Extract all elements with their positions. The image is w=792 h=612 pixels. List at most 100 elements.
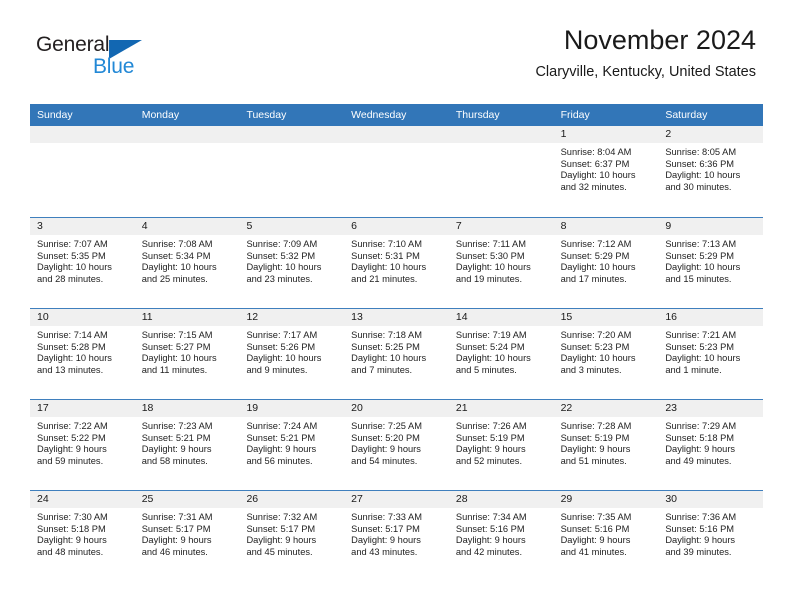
daylight-text-line1: Daylight: 10 hours: [665, 262, 741, 273]
day-info: [239, 143, 344, 147]
day-cell[interactable]: 28 Sunrise: 7:34 AM Sunset: 5:16 PM Dayl…: [448, 491, 554, 581]
day-cell[interactable]: 2 Sunrise: 8:05 AM Sunset: 6:36 PM Dayli…: [658, 126, 764, 217]
day-number: 16: [658, 309, 764, 326]
day-cell[interactable]: 5 Sunrise: 7:09 AM Sunset: 5:32 PM Dayli…: [239, 218, 345, 308]
day-cell[interactable]: [448, 126, 554, 217]
sunset-text: Sunset: 6:37 PM: [560, 158, 630, 169]
daylight-text-line1: Daylight: 9 hours: [560, 444, 631, 455]
sunset-text: Sunset: 6:36 PM: [665, 158, 735, 169]
day-cell[interactable]: 16 Sunrise: 7:21 AM Sunset: 5:23 PM Dayl…: [658, 309, 764, 399]
daylight-text-line2: and 30 minutes.: [665, 182, 732, 193]
day-info: Sunrise: 8:04 AM Sunset: 6:37 PM Dayligh…: [554, 143, 659, 194]
daylight-text-line2: and 51 minutes.: [560, 456, 627, 467]
day-info: Sunrise: 7:13 AM Sunset: 5:29 PM Dayligh…: [658, 235, 763, 286]
sunrise-text: Sunrise: 7:17 AM: [246, 330, 318, 340]
daylight-text-line2: and 5 minutes.: [455, 365, 517, 376]
daylight-text-line2: and 45 minutes.: [246, 547, 313, 558]
weekday-header-saturday: Saturday: [665, 109, 708, 121]
title-block: November 2024 Claryville, Kentucky, Unit…: [535, 25, 756, 80]
day-cell[interactable]: 30 Sunrise: 7:36 AM Sunset: 5:16 PM Dayl…: [658, 491, 764, 581]
day-cell[interactable]: 1 Sunrise: 8:04 AM Sunset: 6:37 PM Dayli…: [553, 126, 659, 217]
day-cell[interactable]: 12 Sunrise: 7:17 AM Sunset: 5:26 PM Dayl…: [239, 309, 345, 399]
day-cell[interactable]: 26 Sunrise: 7:32 AM Sunset: 5:17 PM Dayl…: [239, 491, 345, 581]
day-cell[interactable]: 11 Sunrise: 7:15 AM Sunset: 5:27 PM Dayl…: [134, 309, 240, 399]
day-cell[interactable]: 8 Sunrise: 7:12 AM Sunset: 5:29 PM Dayli…: [553, 218, 659, 308]
location-subtitle: Claryville, Kentucky, United States: [535, 63, 756, 80]
daylight-text-line1: Daylight: 9 hours: [665, 444, 736, 455]
day-cell[interactable]: 17 Sunrise: 7:22 AM Sunset: 5:22 PM Dayl…: [30, 400, 135, 490]
sunset-text: Sunset: 5:21 PM: [246, 432, 316, 443]
sunrise-text: Sunrise: 7:26 AM: [455, 421, 527, 431]
daylight-text-line1: Daylight: 10 hours: [351, 353, 427, 364]
sunrise-text: Sunrise: 7:36 AM: [665, 512, 737, 522]
daylight-text-line1: Daylight: 10 hours: [246, 353, 322, 364]
day-info: Sunrise: 7:08 AM Sunset: 5:34 PM Dayligh…: [135, 235, 240, 286]
sunset-text: Sunset: 5:29 PM: [665, 250, 735, 261]
daylight-text-line2: and 48 minutes.: [37, 547, 104, 558]
daylight-text-line1: Daylight: 9 hours: [37, 444, 107, 455]
day-cell[interactable]: 21 Sunrise: 7:26 AM Sunset: 5:19 PM Dayl…: [448, 400, 554, 490]
day-cell[interactable]: 23 Sunrise: 7:29 AM Sunset: 5:18 PM Dayl…: [658, 400, 764, 490]
day-number: [239, 126, 345, 143]
sunset-text: Sunset: 5:23 PM: [665, 341, 735, 352]
day-number: 18: [134, 400, 240, 417]
day-cell[interactable]: 15 Sunrise: 7:20 AM Sunset: 5:23 PM Dayl…: [553, 309, 659, 399]
day-cell[interactable]: 19 Sunrise: 7:24 AM Sunset: 5:21 PM Dayl…: [239, 400, 345, 490]
day-cell[interactable]: 10 Sunrise: 7:14 AM Sunset: 5:28 PM Dayl…: [30, 309, 135, 399]
day-cell[interactable]: 3 Sunrise: 7:07 AM Sunset: 5:35 PM Dayli…: [30, 218, 135, 308]
sunset-text: Sunset: 5:23 PM: [560, 341, 630, 352]
daylight-text-line1: Daylight: 9 hours: [246, 444, 317, 455]
daylight-text-line2: and 1 minute.: [665, 365, 722, 376]
day-info: Sunrise: 7:26 AM Sunset: 5:19 PM Dayligh…: [449, 417, 554, 468]
daylight-text-line2: and 43 minutes.: [351, 547, 418, 558]
day-info: [135, 143, 240, 147]
daylight-text-line2: and 46 minutes.: [141, 547, 208, 558]
day-number: 30: [658, 491, 764, 508]
day-cell[interactable]: 14 Sunrise: 7:19 AM Sunset: 5:24 PM Dayl…: [448, 309, 554, 399]
day-number: 4: [134, 218, 240, 235]
day-info: Sunrise: 8:05 AM Sunset: 6:36 PM Dayligh…: [658, 143, 763, 194]
day-number: 26: [239, 491, 345, 508]
day-info: Sunrise: 7:10 AM Sunset: 5:31 PM Dayligh…: [344, 235, 449, 286]
day-number: 15: [553, 309, 659, 326]
day-cell[interactable]: 25 Sunrise: 7:31 AM Sunset: 5:17 PM Dayl…: [134, 491, 240, 581]
day-cell[interactable]: 9 Sunrise: 7:13 AM Sunset: 5:29 PM Dayli…: [658, 218, 764, 308]
daylight-text-line2: and 39 minutes.: [665, 547, 732, 558]
sunset-text: Sunset: 5:35 PM: [37, 250, 106, 261]
day-cell[interactable]: [344, 126, 449, 217]
brand-logo[interactable]: General Blue: [36, 33, 196, 81]
daylight-text-line2: and 41 minutes.: [560, 547, 627, 558]
day-cell[interactable]: 6 Sunrise: 7:10 AM Sunset: 5:31 PM Dayli…: [344, 218, 449, 308]
daylight-text-line2: and 11 minutes.: [141, 365, 208, 376]
page-title: November 2024: [563, 25, 756, 55]
day-info: Sunrise: 7:30 AM Sunset: 5:18 PM Dayligh…: [30, 508, 135, 559]
sunrise-text: Sunrise: 7:22 AM: [37, 421, 108, 431]
day-number: 17: [30, 400, 135, 417]
calendar-grid: Sunday Monday Tuesday Wednesday Thursday…: [30, 104, 764, 581]
daylight-text-line1: Daylight: 9 hours: [455, 444, 526, 455]
day-number: 9: [658, 218, 764, 235]
daylight-text-line2: and 32 minutes.: [560, 182, 627, 193]
day-cell[interactable]: 7 Sunrise: 7:11 AM Sunset: 5:30 PM Dayli…: [448, 218, 554, 308]
day-cell[interactable]: [134, 126, 240, 217]
day-number: 12: [239, 309, 345, 326]
day-info: Sunrise: 7:35 AM Sunset: 5:16 PM Dayligh…: [554, 508, 659, 559]
day-cell[interactable]: 22 Sunrise: 7:28 AM Sunset: 5:19 PM Dayl…: [553, 400, 659, 490]
day-cell[interactable]: 4 Sunrise: 7:08 AM Sunset: 5:34 PM Dayli…: [134, 218, 240, 308]
day-cell[interactable]: 18 Sunrise: 7:23 AM Sunset: 5:21 PM Dayl…: [134, 400, 240, 490]
day-cell[interactable]: 13 Sunrise: 7:18 AM Sunset: 5:25 PM Dayl…: [344, 309, 449, 399]
sunset-text: Sunset: 5:18 PM: [665, 432, 735, 443]
day-cell[interactable]: [239, 126, 345, 217]
day-info: Sunrise: 7:23 AM Sunset: 5:21 PM Dayligh…: [135, 417, 240, 468]
day-cell[interactable]: 29 Sunrise: 7:35 AM Sunset: 5:16 PM Dayl…: [553, 491, 659, 581]
day-cell[interactable]: 20 Sunrise: 7:25 AM Sunset: 5:20 PM Dayl…: [344, 400, 449, 490]
day-number: 19: [239, 400, 345, 417]
daylight-text-line2: and 56 minutes.: [246, 456, 313, 467]
sunset-text: Sunset: 5:19 PM: [560, 432, 630, 443]
day-info: Sunrise: 7:20 AM Sunset: 5:23 PM Dayligh…: [554, 326, 659, 377]
page-header: General Blue November 2024 Claryville, K…: [0, 0, 792, 79]
sunset-text: Sunset: 5:32 PM: [246, 250, 316, 261]
day-cell[interactable]: 24 Sunrise: 7:30 AM Sunset: 5:18 PM Dayl…: [30, 491, 135, 581]
day-cell[interactable]: 27 Sunrise: 7:33 AM Sunset: 5:17 PM Dayl…: [344, 491, 449, 581]
day-cell[interactable]: [30, 126, 135, 217]
